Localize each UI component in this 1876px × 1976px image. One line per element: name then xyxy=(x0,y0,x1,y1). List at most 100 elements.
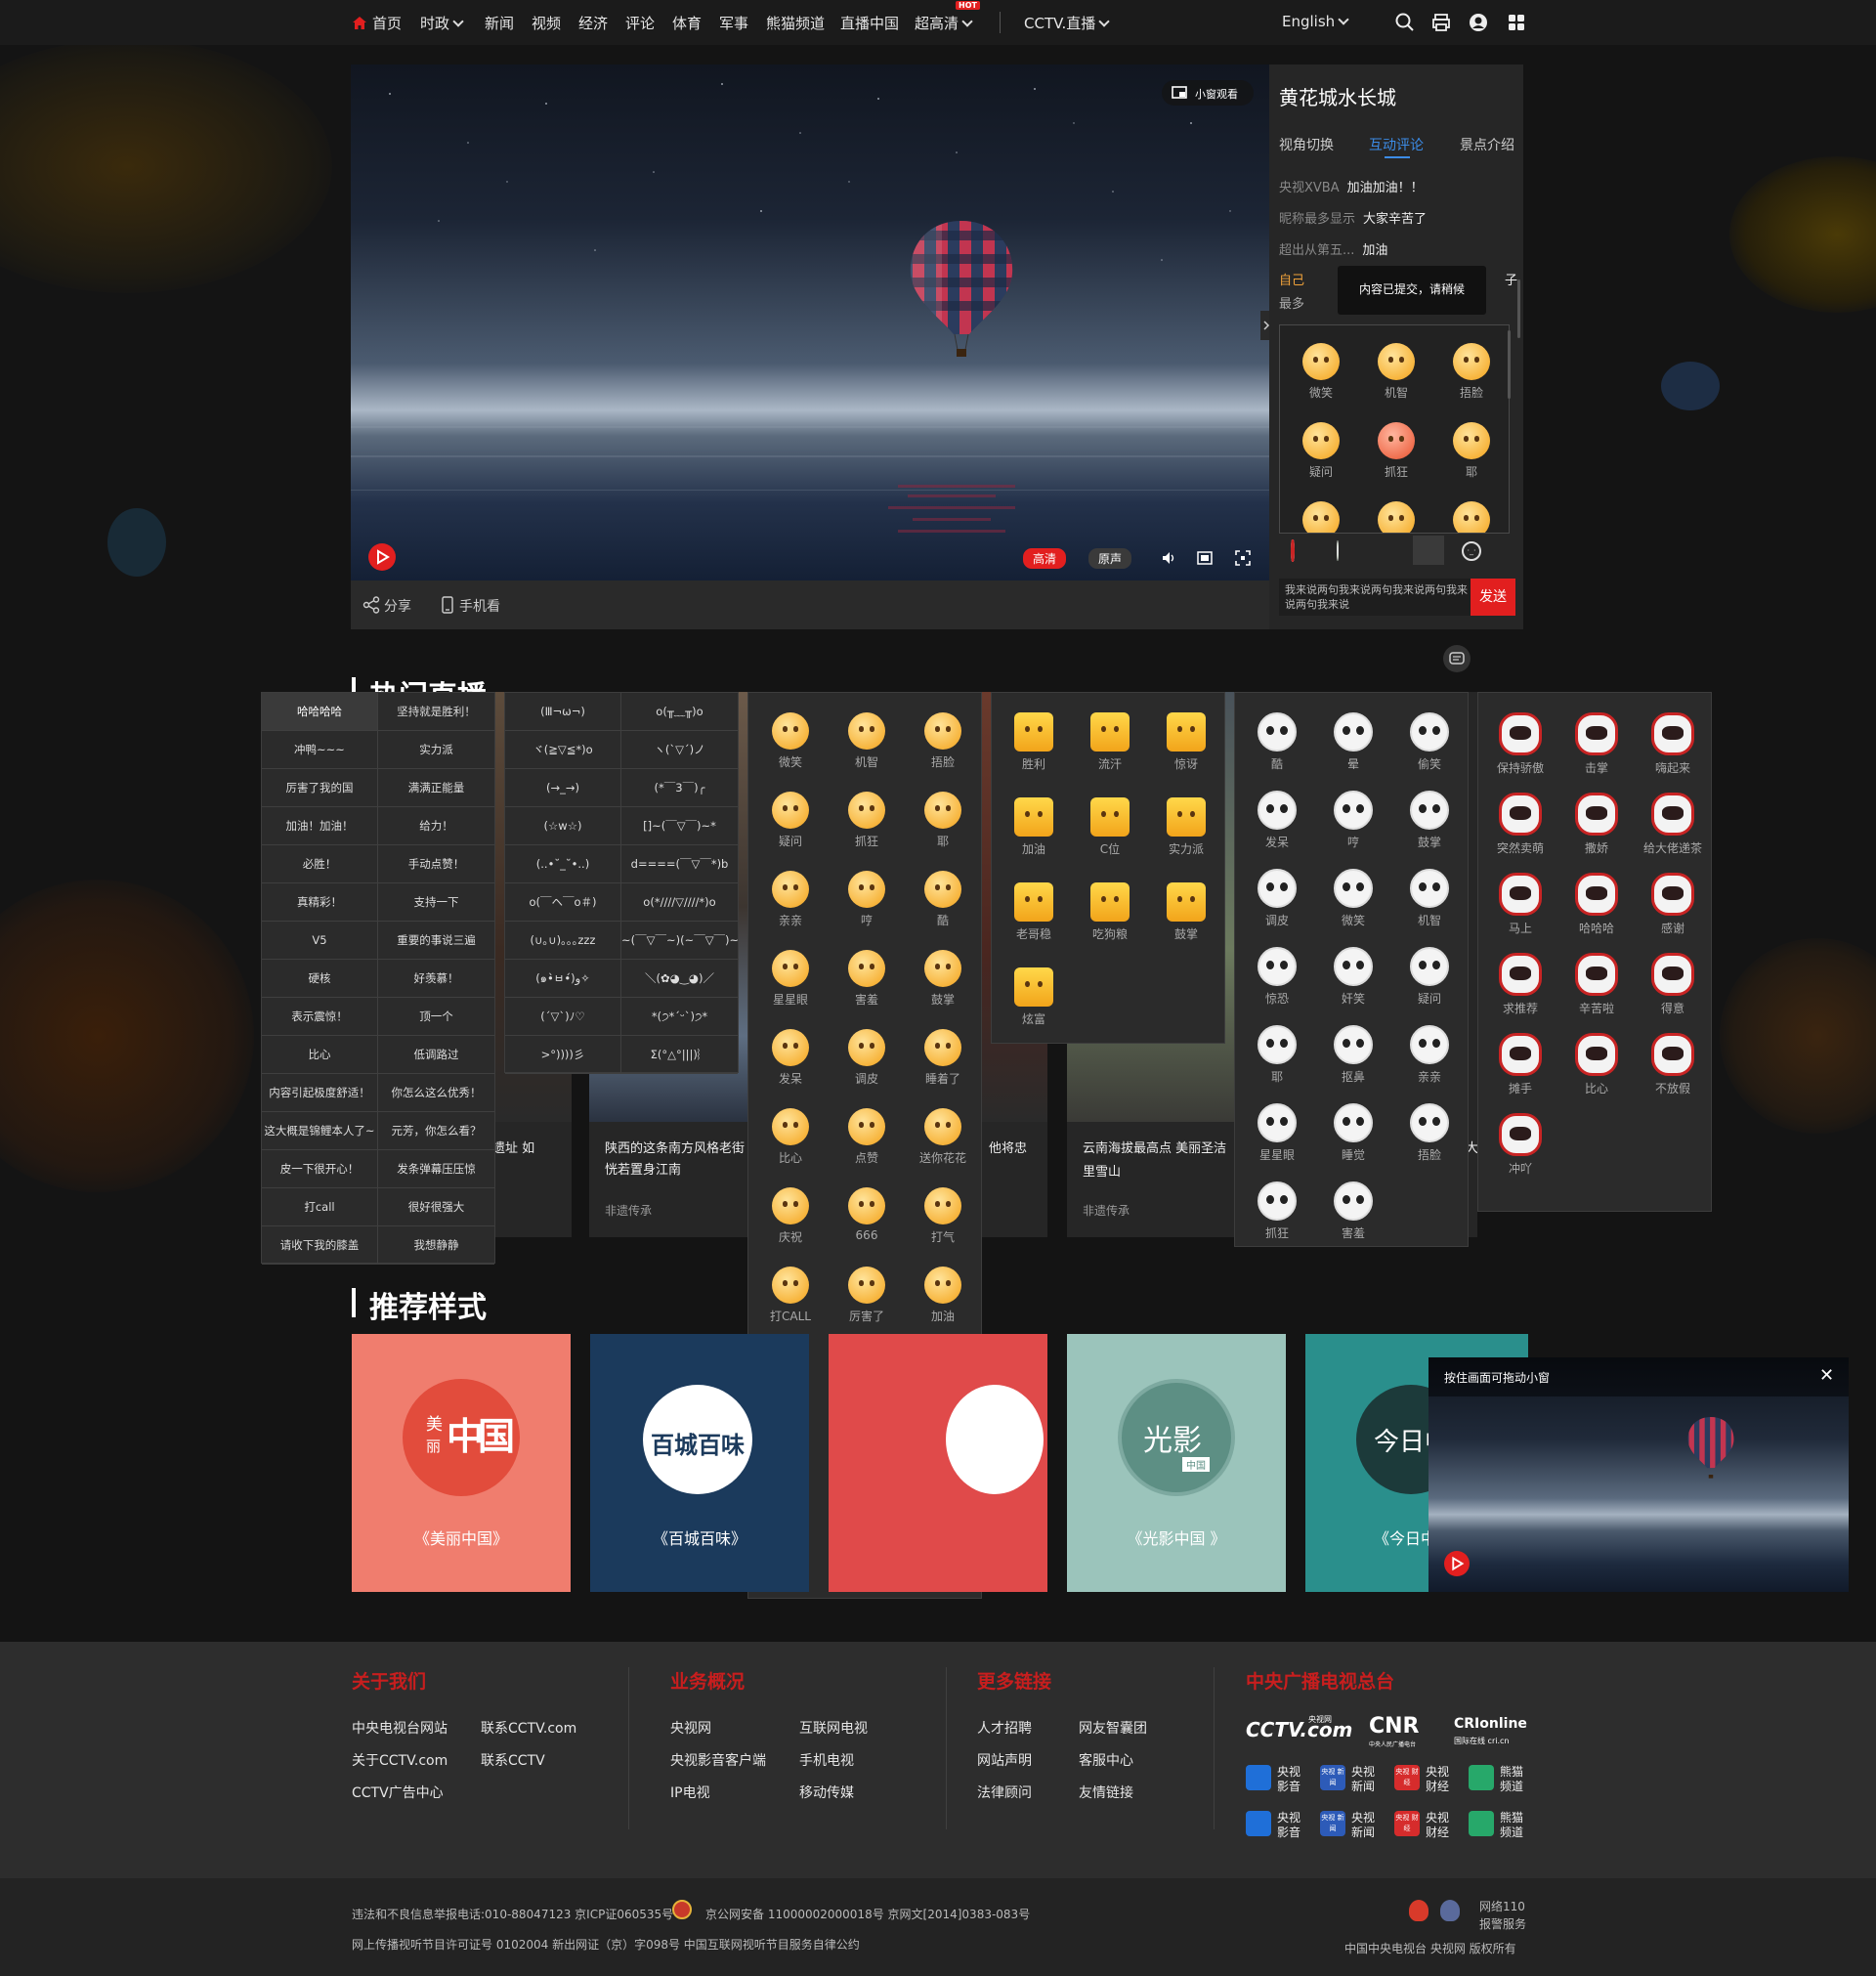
emoji-item[interactable]: 疑问 xyxy=(758,792,823,849)
footer-app-link[interactable]: 央视 新闻 央视 新闻 xyxy=(1320,1807,1390,1840)
phrase-option[interactable]: 重要的事说三遍 xyxy=(378,922,494,960)
emoji-item[interactable]: 抠鼻 xyxy=(1321,1025,1386,1085)
footer-link[interactable]: 友情链接 xyxy=(1079,1783,1133,1802)
phrase-option[interactable]: 满满正能量 xyxy=(378,769,494,807)
footer-app-link[interactable]: 央视 财经 央视 财经 xyxy=(1394,1761,1465,1794)
phrase-option[interactable]: 请收下我的膝盖 xyxy=(262,1226,378,1265)
phrase-option[interactable]: 很好很强大 xyxy=(378,1188,494,1226)
footer-app-link[interactable]: 熊猫 频道 xyxy=(1469,1761,1539,1794)
phrase-option[interactable]: 加油！加油！ xyxy=(262,807,378,845)
emoji-item[interactable]: 送你花花 xyxy=(911,1108,975,1166)
emoji-item[interactable]: 666 xyxy=(834,1187,899,1242)
footer-app-link[interactable]: 熊猫 频道 xyxy=(1469,1807,1539,1840)
emoji-item[interactable]: 机智 xyxy=(834,712,899,770)
footer-link[interactable]: 客服中心 xyxy=(1079,1750,1133,1770)
emoji-item[interactable]: 老哥稳 xyxy=(1002,882,1066,942)
emoji-item[interactable]: 酷 xyxy=(911,871,975,928)
cri-online-logo[interactable]: CRIonline 国际在线 cri.cn xyxy=(1454,1714,1532,1747)
recommend-card-meili[interactable]: 美 丽 中国 《美丽中国》 xyxy=(352,1334,571,1592)
report-line2[interactable]: 报警服务 xyxy=(1479,1915,1526,1932)
nav-item-sports[interactable]: 体育 xyxy=(672,13,702,33)
emoji-item[interactable]: 惊恐 xyxy=(1245,947,1309,1007)
cool-emoji-icon[interactable] xyxy=(1453,501,1490,533)
phrase-option[interactable]: 低调路过 xyxy=(378,1036,494,1074)
emoji-item[interactable]: 睡觉 xyxy=(1321,1103,1386,1163)
comment-input[interactable]: 我来说两句我来说两句我来说两句我来说两句我来说 xyxy=(1279,579,1471,616)
phrase-option[interactable]: 手动点赞！ xyxy=(378,845,494,883)
emoji-picker-scrollbar[interactable] xyxy=(1508,330,1511,399)
kaomoji-option[interactable]: (ˊ▽ˋ)ﾉ♡ xyxy=(505,998,621,1036)
kaomoji-option[interactable]: []~(￣▽￣)~* xyxy=(621,807,738,845)
emoji-item[interactable]: 捂脸 xyxy=(1442,343,1501,401)
cnr-logo[interactable]: CNR 中央人民广播电台 xyxy=(1369,1714,1428,1748)
phrase-option[interactable]: 这大概是锦鲤本人了~ xyxy=(262,1112,378,1150)
emoji-item[interactable]: 击掌 xyxy=(1564,712,1629,776)
kaomoji-option[interactable]: ＼(✿◕‿◕)／ xyxy=(621,960,738,998)
kaomoji-option[interactable]: (∪｡∪)｡｡｡zzz xyxy=(505,922,621,960)
kaomoji-option[interactable]: ~(￣▽￣~)(~￣▽￣)~ xyxy=(621,922,738,960)
emoji-item[interactable]: 发呆 xyxy=(758,1029,823,1087)
emoji-item[interactable]: 亲亲 xyxy=(1397,1025,1462,1085)
phrase-option[interactable]: 硬核 xyxy=(262,960,378,998)
emoji-item[interactable]: 星星眼 xyxy=(758,950,823,1008)
emoji-item[interactable]: 保持骄傲 xyxy=(1488,712,1553,776)
emoji-item[interactable]: 加油 xyxy=(911,1267,975,1324)
mini-player-window[interactable]: 按住画面可拖动小窗 ✕ xyxy=(1428,1357,1849,1592)
emoji-item[interactable]: 微笑 xyxy=(758,712,823,770)
emoji-item[interactable]: 感谢 xyxy=(1641,873,1705,936)
emoji-item[interactable]: 哈哈哈 xyxy=(1564,873,1629,936)
nav-item-panda[interactable]: 熊猫频道 xyxy=(766,13,825,33)
emoji-item[interactable]: 耶 xyxy=(1245,1025,1309,1085)
footer-link[interactable]: 人才招聘 xyxy=(977,1718,1032,1738)
printer-icon[interactable] xyxy=(1431,13,1451,32)
phrase-option[interactable]: 内容引起极度舒适！ xyxy=(262,1074,378,1112)
kaomoji-option[interactable]: >°))))彡 xyxy=(505,1036,621,1074)
emoji-item[interactable]: 调皮 xyxy=(834,1029,899,1087)
kaomoji-option[interactable]: (Ⅲ¬ω¬) xyxy=(505,693,621,731)
phrase-option[interactable]: 好羡慕！ xyxy=(378,960,494,998)
mobile-watch-label[interactable]: 手机看 xyxy=(459,596,500,616)
share-icon[interactable] xyxy=(362,596,380,614)
emoji-item[interactable]: 抓狂 xyxy=(834,792,899,849)
fullscreen-icon[interactable] xyxy=(1235,550,1251,566)
kaomoji-option[interactable]: (☆w☆) xyxy=(505,807,621,845)
phrase-option[interactable]: 真精彩！ xyxy=(262,883,378,922)
phrase-option[interactable]: 顶一个 xyxy=(378,998,494,1036)
send-button[interactable]: 发送 xyxy=(1471,579,1515,616)
emoji-item[interactable]: 机智 xyxy=(1397,869,1462,928)
emoji-item[interactable]: 胜利 xyxy=(1002,712,1066,772)
phrase-option[interactable]: 比心 xyxy=(262,1036,378,1074)
danmaku-toggle-icon[interactable] xyxy=(1443,645,1471,672)
nav-item-home[interactable]: 首页 xyxy=(372,13,402,33)
video-player[interactable]: 小窗观看 高清 原声 xyxy=(351,64,1269,580)
kaomoji-option[interactable]: (→_→) xyxy=(505,769,621,807)
report-line1[interactable]: 网络110 xyxy=(1479,1898,1525,1914)
nav-item-politics[interactable]: 时政 xyxy=(420,13,464,33)
home-icon[interactable] xyxy=(353,15,366,29)
footer-link[interactable]: 关于CCTV.com xyxy=(352,1750,448,1770)
footer-link[interactable]: 联系CCTV xyxy=(481,1750,545,1770)
emoji-item[interactable]: 机智 xyxy=(1367,343,1426,401)
emoji-item[interactable]: 捂脸 xyxy=(1397,1103,1462,1163)
emoji-item[interactable]: 加油 xyxy=(1002,797,1066,857)
recommend-card-guangying[interactable]: 光影 中国 《光影中国 》 xyxy=(1067,1334,1286,1592)
footer-link[interactable]: 网友智囊团 xyxy=(1079,1718,1147,1738)
emoji-item[interactable]: 嗨起来 xyxy=(1641,712,1705,776)
kaomoji-option[interactable]: o(*////▽////*)o xyxy=(621,883,738,922)
footer-app-link[interactable]: 央视 新闻 央视 新闻 xyxy=(1320,1761,1390,1794)
close-icon[interactable]: ✕ xyxy=(1819,1365,1834,1386)
share-label[interactable]: 分享 xyxy=(384,596,411,616)
phrase-option[interactable]: 皮一下很开心！ xyxy=(262,1150,378,1188)
footer-app-link[interactable]: 央视 影音 xyxy=(1246,1761,1316,1794)
emoji-item[interactable]: 疑问 xyxy=(1292,422,1350,480)
widescreen-icon[interactable] xyxy=(1197,550,1213,566)
kaomoji-option[interactable]: d====(￣▽￣*)b xyxy=(621,845,738,883)
emoji-item[interactable]: 庆祝 xyxy=(758,1187,823,1245)
nav-item-comment[interactable]: 评论 xyxy=(625,13,655,33)
footer-link[interactable]: 互联网电视 xyxy=(799,1718,868,1738)
emoji-item[interactable]: 冲吖 xyxy=(1488,1113,1553,1177)
emoji-item[interactable]: 亲亲 xyxy=(758,871,823,928)
mini-watch-button[interactable]: 小窗观看 xyxy=(1162,80,1254,106)
emoji-item[interactable]: 捂脸 xyxy=(911,712,975,770)
emoji-item[interactable]: 惊讶 xyxy=(1154,712,1218,772)
